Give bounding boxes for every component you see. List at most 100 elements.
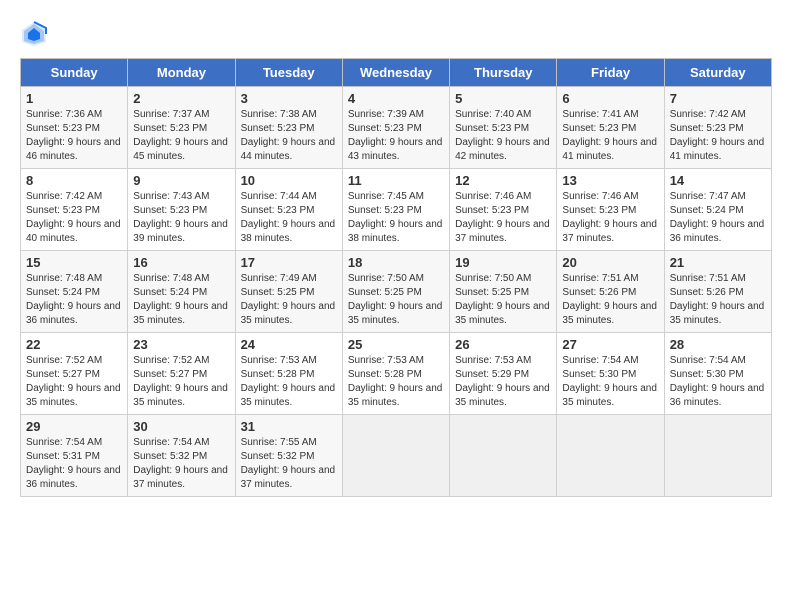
day-number: 6 — [562, 91, 658, 106]
day-info: Sunrise: 7:53 AMSunset: 5:29 PMDaylight:… — [455, 355, 550, 408]
day-info: Sunrise: 7:42 AMSunset: 5:23 PMDaylight:… — [26, 191, 121, 244]
calendar-cell: 29 Sunrise: 7:54 AMSunset: 5:31 PMDaylig… — [21, 415, 128, 497]
calendar-cell: 25 Sunrise: 7:53 AMSunset: 5:28 PMDaylig… — [342, 333, 449, 415]
day-info: Sunrise: 7:45 AMSunset: 5:23 PMDaylight:… — [348, 191, 443, 244]
day-info: Sunrise: 7:36 AMSunset: 5:23 PMDaylight:… — [26, 109, 121, 162]
day-number: 25 — [348, 337, 444, 352]
day-info: Sunrise: 7:37 AMSunset: 5:23 PMDaylight:… — [133, 109, 228, 162]
day-number: 19 — [455, 255, 551, 270]
calendar-cell: 4 Sunrise: 7:39 AMSunset: 5:23 PMDayligh… — [342, 87, 449, 169]
calendar-cell: 27 Sunrise: 7:54 AMSunset: 5:30 PMDaylig… — [557, 333, 664, 415]
day-number: 13 — [562, 173, 658, 188]
day-info: Sunrise: 7:49 AMSunset: 5:25 PMDaylight:… — [241, 273, 336, 326]
day-info: Sunrise: 7:54 AMSunset: 5:30 PMDaylight:… — [562, 355, 657, 408]
calendar-cell: 31 Sunrise: 7:55 AMSunset: 5:32 PMDaylig… — [235, 415, 342, 497]
calendar-cell: 13 Sunrise: 7:46 AMSunset: 5:23 PMDaylig… — [557, 169, 664, 251]
day-info: Sunrise: 7:52 AMSunset: 5:27 PMDaylight:… — [133, 355, 228, 408]
day-number: 28 — [670, 337, 766, 352]
day-number: 10 — [241, 173, 337, 188]
day-info: Sunrise: 7:51 AMSunset: 5:26 PMDaylight:… — [670, 273, 765, 326]
day-number: 24 — [241, 337, 337, 352]
weekday-header-sunday: Sunday — [21, 59, 128, 87]
day-info: Sunrise: 7:38 AMSunset: 5:23 PMDaylight:… — [241, 109, 336, 162]
calendar-cell: 19 Sunrise: 7:50 AMSunset: 5:25 PMDaylig… — [450, 251, 557, 333]
day-info: Sunrise: 7:52 AMSunset: 5:27 PMDaylight:… — [26, 355, 121, 408]
calendar-cell: 8 Sunrise: 7:42 AMSunset: 5:23 PMDayligh… — [21, 169, 128, 251]
day-number: 3 — [241, 91, 337, 106]
day-number: 7 — [670, 91, 766, 106]
day-info: Sunrise: 7:42 AMSunset: 5:23 PMDaylight:… — [670, 109, 765, 162]
day-info: Sunrise: 7:46 AMSunset: 5:23 PMDaylight:… — [562, 191, 657, 244]
calendar-cell: 5 Sunrise: 7:40 AMSunset: 5:23 PMDayligh… — [450, 87, 557, 169]
calendar-cell: 12 Sunrise: 7:46 AMSunset: 5:23 PMDaylig… — [450, 169, 557, 251]
calendar-cell: 15 Sunrise: 7:48 AMSunset: 5:24 PMDaylig… — [21, 251, 128, 333]
calendar-cell — [664, 415, 771, 497]
day-info: Sunrise: 7:48 AMSunset: 5:24 PMDaylight:… — [133, 273, 228, 326]
day-number: 30 — [133, 419, 229, 434]
day-number: 29 — [26, 419, 122, 434]
day-number: 4 — [348, 91, 444, 106]
calendar-cell: 3 Sunrise: 7:38 AMSunset: 5:23 PMDayligh… — [235, 87, 342, 169]
day-info: Sunrise: 7:39 AMSunset: 5:23 PMDaylight:… — [348, 109, 443, 162]
calendar-table: SundayMondayTuesdayWednesdayThursdayFrid… — [20, 58, 772, 497]
day-number: 22 — [26, 337, 122, 352]
day-info: Sunrise: 7:51 AMSunset: 5:26 PMDaylight:… — [562, 273, 657, 326]
weekday-header-friday: Friday — [557, 59, 664, 87]
page-header — [20, 20, 772, 48]
calendar-cell — [450, 415, 557, 497]
calendar-cell: 22 Sunrise: 7:52 AMSunset: 5:27 PMDaylig… — [21, 333, 128, 415]
day-number: 14 — [670, 173, 766, 188]
day-info: Sunrise: 7:55 AMSunset: 5:32 PMDaylight:… — [241, 437, 336, 490]
day-number: 18 — [348, 255, 444, 270]
calendar-cell: 18 Sunrise: 7:50 AMSunset: 5:25 PMDaylig… — [342, 251, 449, 333]
calendar-cell: 24 Sunrise: 7:53 AMSunset: 5:28 PMDaylig… — [235, 333, 342, 415]
day-number: 12 — [455, 173, 551, 188]
calendar-cell — [557, 415, 664, 497]
day-info: Sunrise: 7:40 AMSunset: 5:23 PMDaylight:… — [455, 109, 550, 162]
calendar-cell: 20 Sunrise: 7:51 AMSunset: 5:26 PMDaylig… — [557, 251, 664, 333]
calendar-cell: 16 Sunrise: 7:48 AMSunset: 5:24 PMDaylig… — [128, 251, 235, 333]
calendar-cell: 21 Sunrise: 7:51 AMSunset: 5:26 PMDaylig… — [664, 251, 771, 333]
day-number: 26 — [455, 337, 551, 352]
weekday-header-thursday: Thursday — [450, 59, 557, 87]
logo — [20, 20, 50, 48]
day-info: Sunrise: 7:43 AMSunset: 5:23 PMDaylight:… — [133, 191, 228, 244]
calendar-cell: 23 Sunrise: 7:52 AMSunset: 5:27 PMDaylig… — [128, 333, 235, 415]
day-info: Sunrise: 7:53 AMSunset: 5:28 PMDaylight:… — [241, 355, 336, 408]
weekday-header-monday: Monday — [128, 59, 235, 87]
day-number: 27 — [562, 337, 658, 352]
calendar-cell: 6 Sunrise: 7:41 AMSunset: 5:23 PMDayligh… — [557, 87, 664, 169]
day-info: Sunrise: 7:41 AMSunset: 5:23 PMDaylight:… — [562, 109, 657, 162]
day-info: Sunrise: 7:48 AMSunset: 5:24 PMDaylight:… — [26, 273, 121, 326]
day-number: 8 — [26, 173, 122, 188]
day-number: 16 — [133, 255, 229, 270]
calendar-cell: 10 Sunrise: 7:44 AMSunset: 5:23 PMDaylig… — [235, 169, 342, 251]
day-number: 5 — [455, 91, 551, 106]
calendar-cell: 11 Sunrise: 7:45 AMSunset: 5:23 PMDaylig… — [342, 169, 449, 251]
day-info: Sunrise: 7:44 AMSunset: 5:23 PMDaylight:… — [241, 191, 336, 244]
day-number: 1 — [26, 91, 122, 106]
calendar-cell: 1 Sunrise: 7:36 AMSunset: 5:23 PMDayligh… — [21, 87, 128, 169]
weekday-header-wednesday: Wednesday — [342, 59, 449, 87]
calendar-cell: 26 Sunrise: 7:53 AMSunset: 5:29 PMDaylig… — [450, 333, 557, 415]
weekday-header-tuesday: Tuesday — [235, 59, 342, 87]
day-number: 21 — [670, 255, 766, 270]
day-info: Sunrise: 7:54 AMSunset: 5:30 PMDaylight:… — [670, 355, 765, 408]
day-number: 11 — [348, 173, 444, 188]
calendar-cell: 7 Sunrise: 7:42 AMSunset: 5:23 PMDayligh… — [664, 87, 771, 169]
day-info: Sunrise: 7:46 AMSunset: 5:23 PMDaylight:… — [455, 191, 550, 244]
calendar-cell: 2 Sunrise: 7:37 AMSunset: 5:23 PMDayligh… — [128, 87, 235, 169]
day-info: Sunrise: 7:50 AMSunset: 5:25 PMDaylight:… — [348, 273, 443, 326]
day-number: 17 — [241, 255, 337, 270]
calendar-cell — [342, 415, 449, 497]
calendar-cell: 14 Sunrise: 7:47 AMSunset: 5:24 PMDaylig… — [664, 169, 771, 251]
day-info: Sunrise: 7:53 AMSunset: 5:28 PMDaylight:… — [348, 355, 443, 408]
calendar-cell: 17 Sunrise: 7:49 AMSunset: 5:25 PMDaylig… — [235, 251, 342, 333]
logo-icon — [20, 20, 48, 48]
day-number: 31 — [241, 419, 337, 434]
day-number: 9 — [133, 173, 229, 188]
day-number: 23 — [133, 337, 229, 352]
calendar-cell: 9 Sunrise: 7:43 AMSunset: 5:23 PMDayligh… — [128, 169, 235, 251]
day-info: Sunrise: 7:54 AMSunset: 5:32 PMDaylight:… — [133, 437, 228, 490]
day-number: 2 — [133, 91, 229, 106]
